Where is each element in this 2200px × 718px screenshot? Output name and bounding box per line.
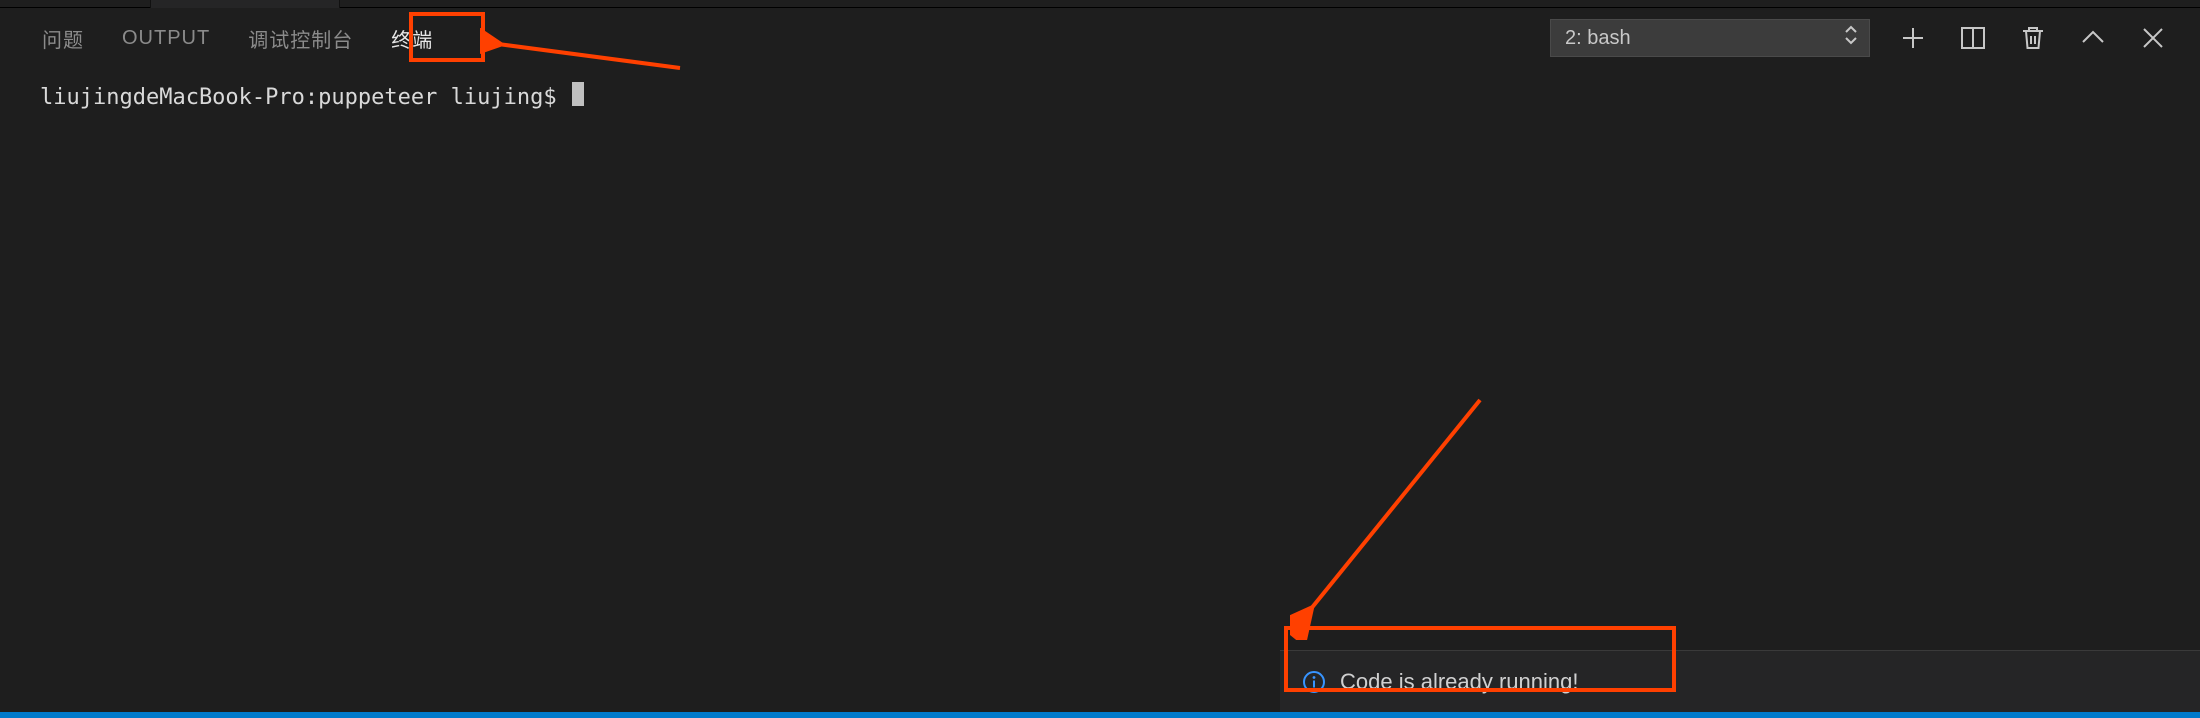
chevron-updown-icon [1845,25,1857,51]
plus-icon [1899,24,1927,52]
terminal-select-label: 2: bash [1565,27,1631,50]
editor-tab-strip [0,0,2200,8]
terminal-instance-select[interactable]: 2: bash [1550,19,1870,57]
split-terminal-button[interactable] [1956,21,1990,55]
tab-debug-console[interactable]: 调试控制台 [246,18,355,59]
annotation-arrow-to-toast [1290,390,1510,640]
info-icon [1302,670,1326,694]
panel-tabs: 问题 OUTPUT 调试控制台 终端 [40,18,435,59]
panel-header: 问题 OUTPUT 调试控制台 终端 2: bash [0,8,2200,68]
notification-message: Code is already running! [1340,669,1578,695]
terminal-output[interactable]: liujingdeMacBook-Pro:puppeteer liujing$ [0,68,2200,110]
tab-problems[interactable]: 问题 [40,18,86,59]
chevron-up-icon [2079,24,2107,52]
new-terminal-button[interactable] [1896,21,1930,55]
panel-actions: 2: bash [1550,19,2170,57]
tab-terminal[interactable]: 终端 [389,18,435,59]
trash-icon [2020,24,2046,52]
maximize-panel-button[interactable] [2076,21,2110,55]
close-icon [2140,25,2166,51]
notification-toast[interactable]: Code is already running! [1280,650,2200,712]
editor-tab[interactable] [150,0,340,8]
terminal-cursor [572,82,584,106]
status-bar[interactable] [0,712,2200,718]
terminal-prompt: liujingdeMacBook-Pro:puppeteer liujing$ [40,85,570,110]
split-panel-icon [1959,24,1987,52]
kill-terminal-button[interactable] [2016,21,2050,55]
tab-output[interactable]: OUTPUT [120,21,212,56]
close-panel-button[interactable] [2136,21,2170,55]
